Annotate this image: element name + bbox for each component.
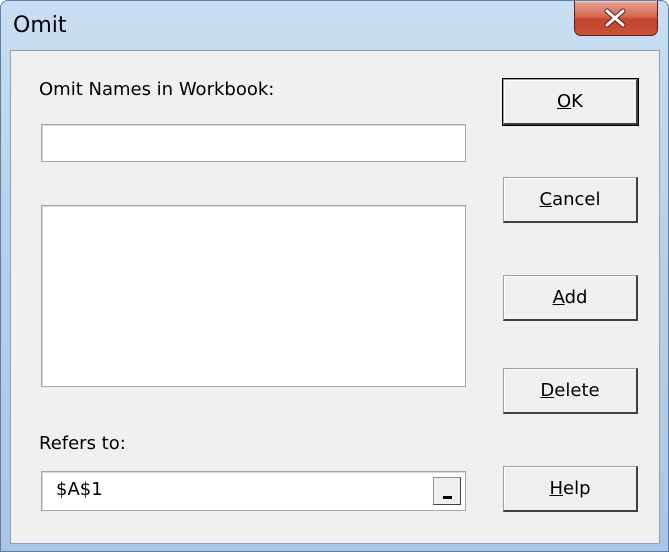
names-label: Omit Names in Workbook: [39, 79, 275, 100]
delete-button[interactable]: Delete [503, 368, 638, 414]
delete-label-rest: elete [554, 380, 600, 401]
collapse-dialog-button[interactable] [433, 477, 461, 505]
title-bar[interactable]: Omit [1, 1, 668, 47]
add-mnemonic: A [552, 287, 565, 308]
cancel-label: Cancel [540, 189, 601, 210]
cancel-mnemonic: C [539, 189, 553, 210]
add-label-rest: dd [564, 287, 588, 308]
add-label: Add [553, 287, 588, 308]
cancel-button[interactable]: Cancel [503, 177, 638, 223]
omit-dialog-window: Omit Omit Names in Workbook: Refers to: … [0, 0, 669, 552]
refers-to-value: $A$1 [56, 479, 103, 500]
collapse-dialog-icon [443, 496, 452, 499]
ok-mnemonic: O [557, 91, 572, 112]
help-mnemonic: H [549, 478, 564, 499]
delete-mnemonic: D [540, 380, 555, 401]
ok-button[interactable]: OK [502, 78, 639, 126]
names-listbox[interactable] [41, 205, 466, 387]
refers-to-label: Refers to: [39, 433, 126, 454]
cancel-label-rest: ancel [552, 189, 601, 210]
dialog-client-area: Omit Names in Workbook: Refers to: $A$1 … [10, 50, 660, 544]
help-label: Help [549, 478, 590, 499]
refers-to-input[interactable]: $A$1 [41, 471, 466, 511]
ok-label-rest: K [571, 91, 583, 112]
name-input[interactable] [41, 124, 466, 162]
help-button[interactable]: Help [503, 466, 638, 512]
delete-label: Delete [540, 380, 599, 401]
close-button[interactable] [574, 1, 658, 36]
ok-label: OK [557, 91, 583, 112]
close-icon [604, 8, 626, 28]
help-label-rest: elp [563, 478, 591, 499]
window-title: Omit [13, 13, 67, 38]
add-button[interactable]: Add [503, 275, 638, 321]
